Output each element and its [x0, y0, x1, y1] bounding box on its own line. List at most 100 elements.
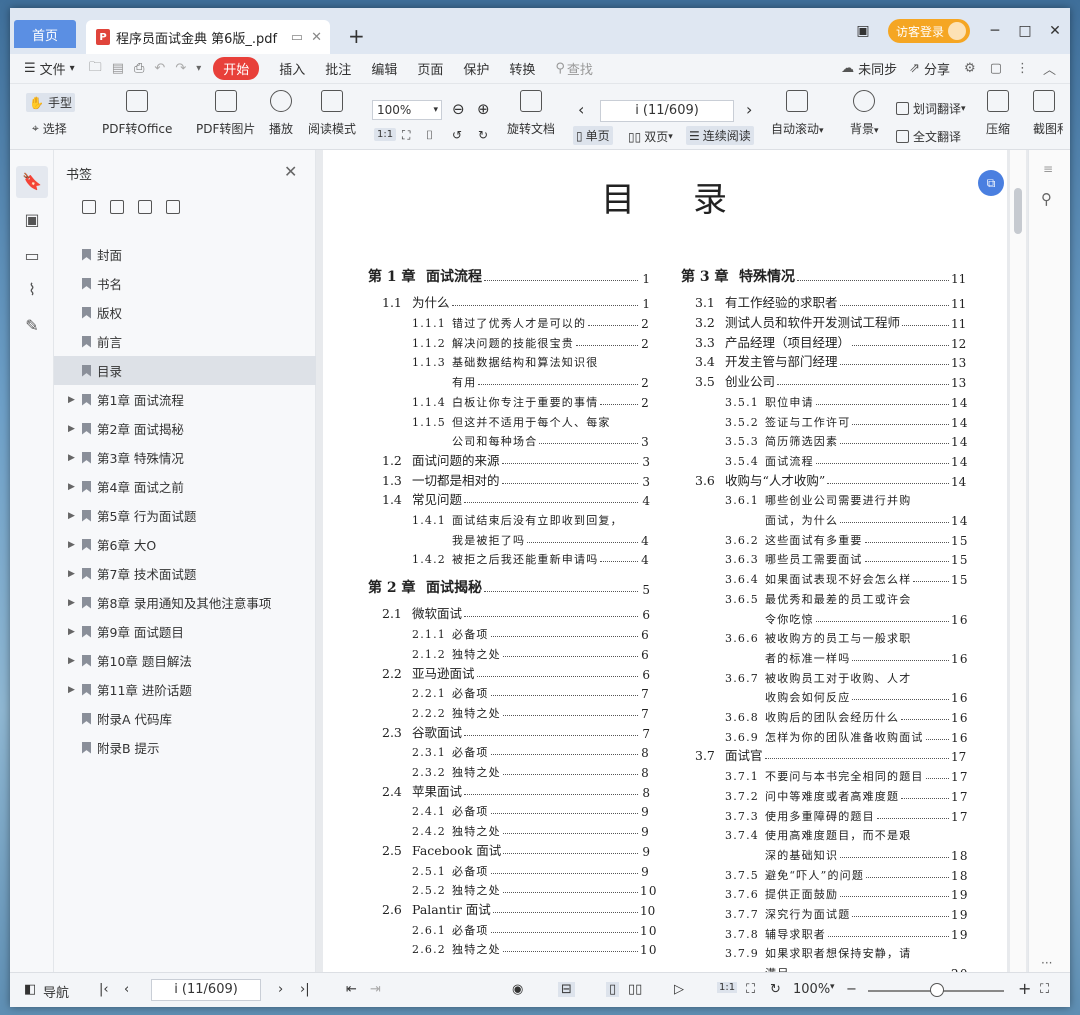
toc-entry[interactable]: 令你吃惊 16	[725, 607, 967, 627]
menu-edit[interactable]: 编辑	[371, 59, 397, 78]
toc-entry[interactable]: 1.4 常见问题 4	[382, 488, 650, 508]
toc-entry[interactable]: 3.7.5 避免“吓人”的问题 18	[725, 863, 967, 883]
bookmark-item[interactable]: ▶ 第3章 特殊情况	[54, 443, 316, 472]
toc-chapter[interactable]: 第 1 章面试流程 1	[368, 266, 650, 286]
zoom-slider-knob[interactable]	[930, 983, 944, 997]
toc-entry[interactable]: 面试，为什么 14	[725, 508, 967, 528]
menu-page[interactable]: 页面	[417, 59, 443, 78]
expand-arrow-icon[interactable]: ▶	[68, 424, 78, 434]
toc-entry[interactable]: 2.1.1 必备项 6	[412, 622, 650, 642]
toc-entry[interactable]: 1.2 面试问题的来源 3	[382, 449, 650, 469]
expand-arrow-icon[interactable]: ▶	[68, 540, 78, 550]
toc-entry[interactable]: 1.1.4 白板让你专注于重要的事情 2	[412, 390, 650, 410]
compress-button[interactable]: 压缩	[986, 90, 1010, 137]
forward-icon[interactable]: ⇥	[370, 982, 381, 997]
toc-entry[interactable]: 2.5.2 独特之处 10	[412, 878, 656, 898]
toc-entry[interactable]: 1.1.1 错过了优秀人才是可以的 2	[412, 311, 650, 331]
continuous-view-icon[interactable]: ⊟	[558, 982, 575, 997]
continuous-read-button[interactable]: ☰ 连续阅读	[686, 126, 754, 145]
toc-entry[interactable]: 我是被拒了吗 4	[412, 528, 650, 548]
bookmark-item[interactable]: ▶ 第9章 面试题目	[54, 617, 316, 646]
read-mode-button[interactable]: 阅读模式	[308, 90, 356, 137]
toc-entry[interactable]: 2.2.1 必备项 7	[412, 681, 650, 701]
fit-page-icon[interactable]: ⛶	[402, 128, 410, 143]
bookmark-add-icon[interactable]	[138, 200, 152, 214]
full-translate-button[interactable]: 全文翻译	[896, 128, 961, 145]
search-input[interactable]: 查找	[567, 59, 593, 78]
bookmark-item[interactable]: ▶ 第10章 题目解法	[54, 646, 316, 675]
minimize-icon[interactable]: ─	[980, 23, 1010, 39]
bookmark-item[interactable]: 附录A 代码库	[54, 704, 316, 733]
prev-page-icon[interactable]: ‹	[124, 982, 129, 997]
toc-entry[interactable]: 3.3 产品经理（项目经理） 12	[695, 331, 966, 351]
zoom-in-icon[interactable]: +	[1018, 979, 1031, 998]
pdf-to-image-button[interactable]: PDF转图片	[196, 90, 255, 137]
bookmark-item[interactable]: ▶ 第11章 进阶话题	[54, 675, 316, 704]
fit-width-icon[interactable]: ⌷	[426, 128, 433, 143]
collapse-ribbon-icon[interactable]: ︿	[1043, 59, 1056, 78]
toc-entry[interactable]: 3.7.3 使用多重障碍的题目 17	[725, 804, 967, 824]
toc-entry[interactable]: 1.1.2 解决问题的技能很宝贵 2	[412, 331, 650, 351]
last-page-icon[interactable]: ›|	[300, 982, 310, 997]
next-page-icon[interactable]: ›	[746, 100, 752, 119]
bookmark-item[interactable]: ▶ 第7章 技术面试题	[54, 559, 316, 588]
close-icon[interactable]: ✕	[284, 162, 297, 181]
toc-entry[interactable]: 1.1 为什么 1	[382, 291, 650, 311]
toc-entry[interactable]: 3.2 测试人员和软件开发测试工程师 11	[695, 311, 966, 331]
menu-file[interactable]: 文件	[40, 59, 66, 78]
toc-entry[interactable]: 3.7 面试官 17	[695, 744, 966, 764]
more-dots-icon[interactable]: ···	[1041, 956, 1052, 970]
bookmark-item[interactable]: ▶ 第4章 面试之前	[54, 472, 316, 501]
toc-entry[interactable]: 3.4 开发主管与部门经理 13	[695, 350, 966, 370]
toc-entry[interactable]: 2.3.2 独特之处 8	[412, 760, 650, 780]
rotate-document-button[interactable]: 旋转文档	[507, 90, 555, 137]
play-icon[interactable]: ▷	[674, 982, 684, 997]
toc-entry[interactable]: 3.6.6 被收购方的员工与一般求职	[725, 626, 961, 646]
close-tab-icon[interactable]: ✕	[311, 30, 322, 45]
word-translate-button[interactable]: 划词翻译 ▾	[896, 100, 966, 117]
bookmark-item[interactable]: ▶ 第1章 面试流程	[54, 385, 316, 414]
toc-entry[interactable]: 2.3.1 必备项 8	[412, 740, 650, 760]
toc-entry[interactable]: 3.7.6 提供正面鼓励 19	[725, 882, 967, 902]
bookmark-panel-icon[interactable]: 🔖	[16, 166, 48, 198]
toc-entry[interactable]: 3.1 有工作经验的求职者 11	[695, 291, 966, 311]
toc-entry[interactable]: 2.4.2 独特之处 9	[412, 819, 650, 839]
search-text-icon[interactable]: ⚲	[1041, 190, 1052, 208]
rotate-left-icon[interactable]: ↺	[452, 128, 462, 142]
toc-entry[interactable]: 者的标准一样吗 16	[725, 646, 967, 666]
nav-icon[interactable]: ◧	[24, 982, 36, 997]
toc-entry[interactable]: 2.5.1 必备项 9	[412, 859, 650, 879]
message-icon[interactable]: ▢	[990, 61, 1002, 76]
fit-page-icon[interactable]: ⛶	[746, 982, 755, 997]
maximize-icon[interactable]: □	[1010, 23, 1040, 39]
new-tab-button[interactable]: +	[348, 24, 365, 48]
toc-entry[interactable]: 3.7.1 不要问与本书完全相同的题目 17	[725, 764, 967, 784]
share-button[interactable]: 分享	[924, 59, 950, 78]
comment-icon[interactable]: ▭	[22, 246, 42, 266]
toc-chapter[interactable]: 第 2 章面试揭秘 5	[368, 577, 650, 597]
toc-entry[interactable]: 2.6.2 独特之处 10	[412, 937, 656, 957]
bookmark-item[interactable]: ▶ 第2章 面试揭秘	[54, 414, 316, 443]
vertical-scrollbar[interactable]	[1010, 150, 1026, 972]
auto-scroll-button[interactable]: 自动滚动▾	[771, 90, 824, 137]
toc-entry[interactable]: 2.3 谷歌面试 7	[382, 721, 650, 741]
toc-entry[interactable]: 2.6 Palantir 面试 10	[382, 898, 655, 918]
single-view-icon[interactable]: ▯	[606, 982, 620, 997]
pane-menu-icon[interactable]: ≡	[1043, 162, 1053, 176]
nav-button[interactable]: 导航	[43, 982, 69, 1001]
floating-tool-icon[interactable]: ⧉	[978, 170, 1004, 196]
play-button[interactable]: 播放	[269, 90, 293, 137]
toc-entry[interactable]: 3.5.2 签证与工作许可 14	[725, 410, 967, 430]
expand-arrow-icon[interactable]: ▶	[68, 569, 78, 579]
prev-page-icon[interactable]: ‹	[578, 100, 584, 119]
more-icon[interactable]: ⋮	[1016, 61, 1029, 76]
select-tool-button[interactable]: ⌖ 选择	[32, 120, 67, 137]
zoom-level[interactable]: 100%	[793, 982, 830, 997]
scrollbar-thumb[interactable]	[1014, 188, 1022, 234]
sync-status[interactable]: 未同步	[858, 59, 897, 78]
expand-all-icon[interactable]	[110, 200, 124, 214]
menu-insert[interactable]: 插入	[279, 59, 305, 78]
thumbnail-icon[interactable]: ▣	[22, 210, 42, 230]
toc-entry[interactable]: 3.7.8 辅导求职者 19	[725, 922, 967, 942]
menu-annotate[interactable]: 批注	[325, 59, 351, 78]
